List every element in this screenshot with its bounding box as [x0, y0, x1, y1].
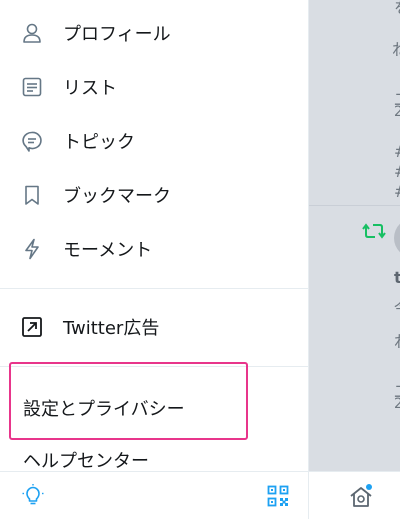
menu-item-label: モーメント: [63, 240, 153, 261]
timeline-snippet: 今: [394, 298, 400, 318]
home-icon[interactable]: [348, 484, 374, 510]
timeline-snippet: #: [394, 182, 400, 201]
timeline-snippet: 2: [394, 104, 400, 120]
drawer-bottom-bar: [0, 471, 308, 520]
lightbulb-icon[interactable]: [21, 483, 45, 507]
side-drawer: プロフィール リスト トピック ブックマーク モーメント Twitter広告 設…: [0, 0, 309, 520]
profile-icon: [21, 22, 43, 44]
menu-item-lists[interactable]: リスト: [0, 60, 308, 114]
menu-item-topics[interactable]: トピック: [0, 114, 308, 168]
qr-code-icon[interactable]: [266, 484, 290, 508]
timeline-snippet: #: [394, 162, 400, 181]
external-link-icon: [21, 316, 43, 338]
menu-item-profile[interactable]: プロフィール: [0, 6, 308, 60]
timeline-snippet: #: [394, 142, 400, 161]
menu-item-label: リスト: [63, 78, 117, 99]
moments-icon: [21, 238, 43, 260]
timeline-snippet: ね: [392, 36, 400, 60]
timeline-bottom-bar: [308, 471, 400, 520]
timeline-snippet: を: [394, 0, 400, 18]
menu-item-label: ブックマーク: [63, 186, 171, 207]
menu-item-bookmarks[interactable]: ブックマーク: [0, 168, 308, 222]
avatar: [394, 218, 400, 258]
timeline-divider: [308, 205, 400, 206]
menu-item-help-center[interactable]: ヘルプセンター: [23, 447, 149, 473]
timeline-snippet: t: [394, 268, 400, 287]
menu-item-label: プロフィール: [63, 24, 171, 45]
menu-item-twitter-ads[interactable]: Twitter広告: [0, 300, 308, 354]
menu-item-label: Twitter広告: [63, 318, 160, 339]
menu-item-label: トピック: [63, 132, 135, 153]
timeline-snippet: 2: [394, 396, 400, 412]
menu-divider: [0, 288, 308, 289]
timeline-background: を ね 二 2 # # # t 今 ね 二 2: [308, 0, 400, 519]
bookmark-icon: [21, 184, 43, 206]
highlight-box: [9, 362, 248, 440]
topic-icon: [21, 130, 43, 152]
list-icon: [21, 76, 43, 98]
timeline-snippet: ね: [394, 328, 400, 352]
menu-item-moments[interactable]: モーメント: [0, 222, 308, 276]
retweet-icon: [362, 220, 386, 242]
